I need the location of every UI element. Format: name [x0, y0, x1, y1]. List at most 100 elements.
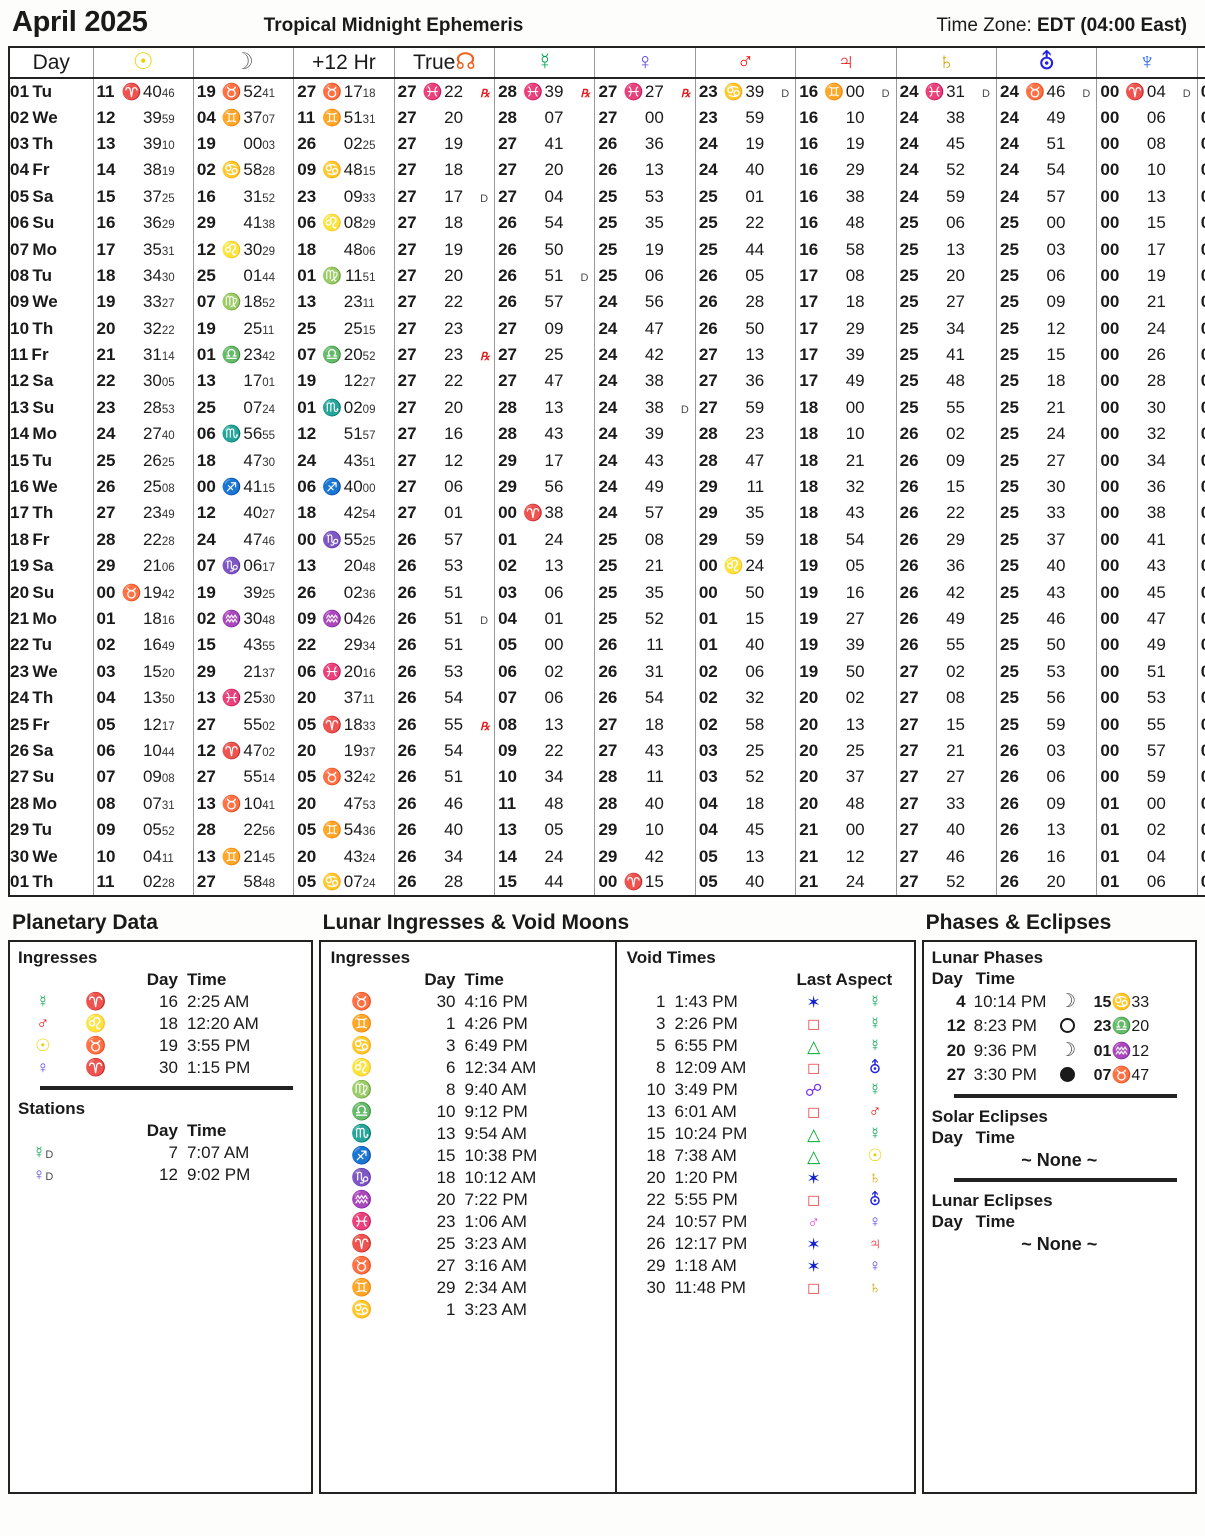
cell-jupiter: 16 29 [795, 157, 897, 184]
minutes: 47 [644, 318, 664, 338]
uranus-icon: ⛢ [1038, 48, 1056, 74]
degree: 03 [1201, 82, 1205, 102]
motion-marker-blank [177, 773, 190, 785]
degree: 25 [297, 318, 317, 338]
degree: 03 [1201, 530, 1205, 550]
degree: 27 [397, 318, 417, 338]
sign-blank [222, 506, 240, 522]
motion-marker-blank [679, 641, 692, 653]
motion-marker-blank [177, 747, 190, 759]
motion-marker-blank [177, 272, 190, 284]
minutes: 00 [845, 397, 865, 417]
degree: 09 [96, 820, 116, 840]
sign-blank [322, 638, 340, 654]
void-time: 12:17 PM [674, 1234, 748, 1254]
day-number: 26 [10, 740, 30, 760]
minutes: 19 [343, 740, 363, 760]
cell-moon12: 23 09 33 [293, 183, 395, 210]
minutes: 50 [745, 582, 765, 602]
cell-node: 27 19 [393, 130, 496, 158]
motion-marker-blank [378, 721, 391, 733]
sign-blank [523, 348, 541, 364]
sign-blank [724, 770, 742, 786]
motion-marker-blank [1181, 430, 1194, 442]
sign-blank [122, 718, 140, 734]
cell-moon12: 22 29 34 [293, 632, 395, 659]
motion-marker-blank [880, 589, 893, 601]
seconds: 37 [362, 746, 376, 759]
motion-marker-blank [1080, 509, 1093, 521]
aspect-icon: □ [808, 1014, 819, 1034]
lunar-ingress-row: ♋ 1 3:23 AM [331, 1299, 607, 1321]
sign-blank [423, 427, 441, 443]
minutes: 49 [946, 609, 966, 628]
degree: 16 [799, 81, 819, 101]
void-time: 1:20 PM [674, 1168, 738, 1188]
degree: 07 [196, 556, 216, 576]
sign-blank [925, 243, 943, 259]
minutes: 27 [845, 609, 865, 628]
degree: 03 [1201, 451, 1205, 471]
sign-blank [1025, 533, 1043, 549]
cell-neptune: 01 00 [1096, 790, 1198, 817]
minutes: 35 [142, 239, 162, 259]
motion-marker-blank [177, 694, 190, 706]
day-of-week: Tu [32, 265, 53, 285]
cell-moon: 07 ♍ 18 52 [192, 289, 295, 316]
seconds: 33 [362, 192, 376, 205]
degree: 24 [196, 529, 216, 549]
cell-mars: 23 59 [694, 104, 797, 131]
cell-neptune: 00 38 [1096, 500, 1198, 527]
motion-marker-blank [177, 589, 190, 601]
motion-marker-blank [779, 853, 792, 865]
sign-blank [1125, 137, 1143, 153]
table-row: 28 Mo 08 07 31 13 ♉ 10 41 20 47 53 26 46 11 48 … [8, 790, 1205, 817]
minutes: 43 [644, 740, 664, 760]
degree: 20 [297, 740, 317, 760]
cell-moon: 07 ♑ 06 17 [192, 553, 295, 580]
minutes: 51 [343, 424, 363, 444]
degree: 27 [397, 450, 417, 470]
motion-marker-blank [1080, 272, 1093, 284]
sign-blank [523, 533, 541, 549]
seconds: 17 [161, 720, 175, 733]
motion-marker-blank [378, 298, 391, 310]
minutes: 18 [142, 609, 162, 628]
minutes: 48 [343, 239, 363, 259]
sign-blank [925, 190, 943, 206]
degree: 20 [96, 318, 116, 338]
ingress-time: 9:40 AM [464, 1080, 527, 1100]
motion-marker-blank [679, 773, 692, 785]
degree: 13 [96, 133, 116, 153]
cell-jupiter: 16 10 [795, 104, 897, 131]
sign-blank [724, 427, 742, 443]
degree: 25 [598, 265, 618, 285]
sign-blank [1025, 374, 1043, 390]
cell-moon: 12 40 27 [192, 500, 295, 527]
degree: 12 [196, 239, 216, 259]
minutes: 41 [243, 213, 263, 233]
sign-ari-icon: ♈ [1125, 83, 1146, 101]
cell-mars: 25 22 [694, 209, 797, 237]
cell-venus: 25 35 [594, 209, 696, 237]
degree: 27 [397, 186, 417, 206]
minutes: 20 [444, 265, 464, 285]
degree: 25 [899, 265, 919, 285]
motion-marker-blank [1080, 377, 1093, 389]
day-cell: 28 Mo [8, 790, 94, 817]
seconds: 31 [362, 113, 376, 126]
motion-marker-blank [679, 351, 692, 363]
cell-mercury: 03 06 [494, 579, 596, 606]
minutes: 45 [946, 133, 966, 153]
motion-marker-blank [779, 615, 792, 627]
minutes: 51 [343, 107, 363, 127]
cell-venus: 24 42 [594, 341, 696, 369]
sign-blank [322, 427, 340, 443]
sign-blank [1125, 348, 1143, 364]
cell-neptune: 00 13 [1096, 183, 1198, 210]
degree: 11 [297, 107, 316, 127]
cell-uranus: 25 03 [996, 236, 1098, 263]
degree: 16 [799, 160, 819, 180]
lunar-ingresses-table: Day Time ♉ 30 4:16 PM ♊ 1 4:26 PM ♋ 3 6:49 PM ♌ 6 1… [331, 969, 607, 1321]
degree: 21 [799, 820, 819, 840]
